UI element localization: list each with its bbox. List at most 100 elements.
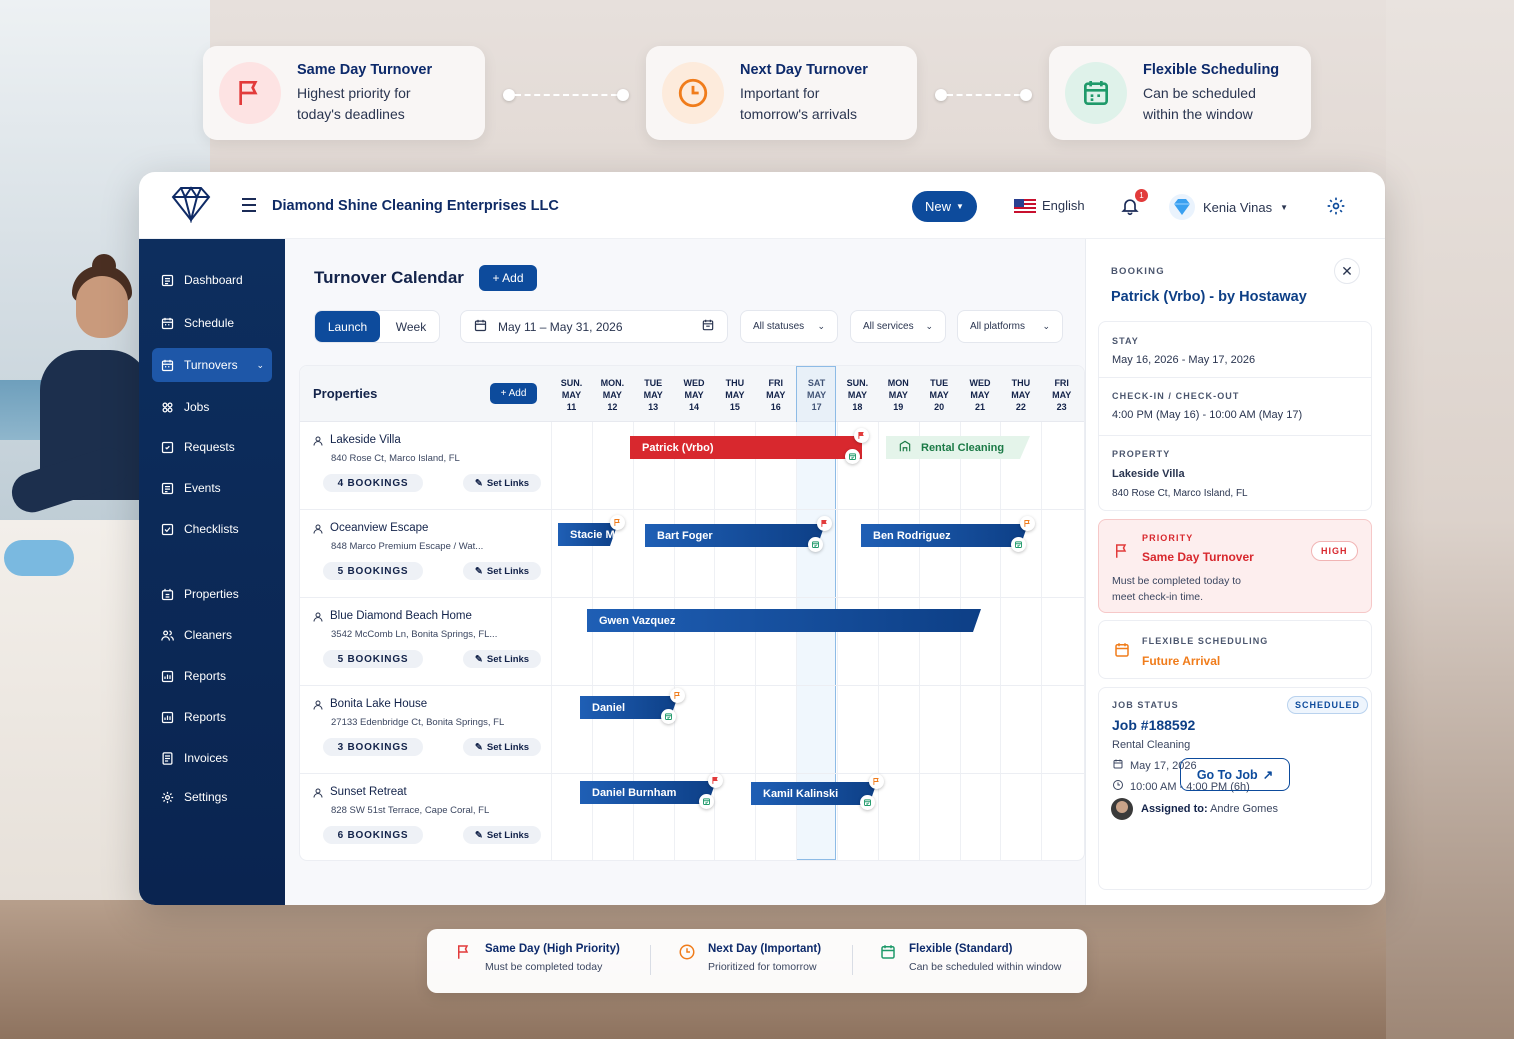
property-address: 27133 Edenbridge Ct, Bonita Springs, FL	[331, 717, 505, 728]
property-name[interactable]: Blue Diamond Beach Home	[330, 610, 472, 622]
flag-icon	[1020, 516, 1035, 531]
property-name[interactable]: Lakeside Villa	[330, 434, 401, 446]
add-property-button[interactable]: + Add	[490, 383, 537, 404]
sidebar-item-properties[interactable]: Properties	[152, 577, 272, 611]
cleaner-photo	[4, 254, 150, 590]
day-header-mon: MAY	[888, 390, 908, 400]
day-header-d: 20	[934, 402, 945, 412]
sidebar-item-label: Cleaners	[184, 628, 233, 642]
legend-desc: Can be scheduled within window	[909, 961, 1062, 973]
job-type: Rental Cleaning	[1112, 739, 1191, 751]
booking-title: Patrick (Vrbo) - by Hostaway	[1111, 289, 1307, 305]
jobs-icon	[159, 399, 175, 415]
building-icon	[898, 439, 921, 456]
bookings-count[interactable]: 3 BOOKINGS	[323, 738, 423, 756]
platforms-filter[interactable]: All platforms ⌄	[957, 310, 1063, 343]
booking-guest: Patrick (Vrbo)	[642, 441, 714, 454]
bookings-count[interactable]: 6 BOOKINGS	[323, 826, 423, 844]
booking-bar-bart[interactable]: Bart Foger	[645, 524, 825, 547]
gear-icon[interactable]	[1326, 196, 1346, 221]
sidebar-item-turnovers[interactable]: Turnovers ⌄	[152, 348, 272, 382]
booking-bar-kamil[interactable]: Kamil Kalinski	[751, 782, 877, 805]
us-flag-icon	[1014, 198, 1036, 213]
booking-guest: Gwen Vazquez	[599, 614, 676, 627]
day-column-header: TUE MAY 13	[633, 377, 674, 413]
chevron-down-icon: ⌄	[1042, 321, 1050, 331]
day-header-d: 15	[729, 402, 740, 412]
sidebar-item-events[interactable]: Events	[152, 471, 272, 505]
add-turnover-button[interactable]: + Add	[479, 265, 537, 291]
day-header-dow: THU	[725, 378, 745, 388]
set-links-button[interactable]: ✎ Set Links	[463, 474, 541, 492]
gear-icon	[159, 789, 175, 805]
sidebar-item-label: Settings	[184, 790, 228, 804]
flag-icon	[670, 688, 685, 703]
diamond-logo-icon[interactable]	[169, 185, 213, 228]
new-button[interactable]: New ▼	[912, 191, 977, 222]
sidebar-item-dashboard[interactable]: Dashboard	[152, 263, 272, 297]
set-links-button[interactable]: ✎ Set Links	[463, 650, 541, 668]
set-links-button[interactable]: ✎ Set Links	[463, 562, 541, 580]
sidebar-item-reports[interactable]: Reports	[152, 659, 272, 693]
property-name[interactable]: Sunset Retreat	[330, 786, 407, 798]
bookings-count[interactable]: 5 BOOKINGS	[323, 650, 423, 668]
sidebar-item-settings[interactable]: Settings	[152, 780, 272, 814]
sidebar-item-jobs[interactable]: Jobs	[152, 390, 272, 424]
sidebar-item-requests[interactable]: Requests	[152, 430, 272, 464]
day-header-d: 19	[893, 402, 904, 412]
booking-bar-rental[interactable]: Rental Cleaning	[886, 436, 1030, 459]
close-icon[interactable]: ✕	[1334, 258, 1360, 284]
chevron-down-icon: ▼	[1280, 202, 1289, 212]
go-to-job-button[interactable]: Go To Job ↗	[1180, 758, 1290, 791]
day-header-mon: MAY	[766, 390, 786, 400]
view-toggle: Launch Week	[314, 310, 440, 343]
week-view-button[interactable]: Week	[383, 311, 439, 342]
booking-guest: Kamil Kalinski	[763, 787, 839, 800]
sidebar-item-reports[interactable]: Reports	[152, 700, 272, 734]
set-links-button[interactable]: ✎ Set Links	[463, 826, 541, 844]
property-name[interactable]: Oceanview Escape	[330, 522, 428, 534]
bookings-count[interactable]: 5 BOOKINGS	[323, 562, 423, 580]
booking-bar-stacie[interactable]: Stacie M.	[558, 523, 618, 546]
booking-bar-patrick[interactable]: Patrick (Vrbo)	[630, 436, 862, 459]
reports-icon	[159, 668, 175, 684]
day-header-dow: TUE	[644, 378, 663, 388]
priority-desc-line: Must be completed today to	[1112, 575, 1241, 587]
sidebar-item-schedule[interactable]: Schedule	[152, 306, 272, 340]
sidebar-item-label: Reports	[184, 710, 227, 724]
booking-bar-gwen[interactable]: Gwen Vazquez	[587, 609, 981, 632]
notification-badge: 1	[1135, 189, 1148, 202]
booking-bar-daniel-b[interactable]: Daniel Burnham	[580, 781, 716, 804]
calendar-icon	[159, 357, 175, 373]
day-header-mon: MAY	[929, 390, 949, 400]
day-header-d: 16	[770, 402, 781, 412]
calendar-icon	[701, 318, 715, 335]
day-header-dow: FRI	[1054, 378, 1069, 388]
set-links-label: Set Links	[486, 741, 530, 753]
services-filter[interactable]: All services ⌄	[850, 310, 946, 343]
set-links-button[interactable]: ✎ Set Links	[463, 738, 541, 756]
user-menu[interactable]: Kenia Vinas ▼	[1169, 194, 1288, 220]
cleaners-icon	[159, 627, 175, 643]
day-column-header: MON. MAY 12	[592, 377, 633, 413]
bookings-count[interactable]: 4 BOOKINGS	[323, 474, 423, 492]
day-column-header: THU MAY 15	[714, 377, 755, 413]
day-header-mon: MAY	[561, 390, 582, 400]
booking-bar-ben[interactable]: Ben Rodriguez	[861, 524, 1028, 547]
legend-title: Flexible (Standard)	[909, 943, 1013, 955]
top-header: Diamond Shine Cleaning Enterprises LLC N…	[139, 172, 1385, 239]
legend-item: Same Day (High Priority) Must be complete…	[455, 943, 620, 973]
date-range-picker[interactable]: May 11 – May 31, 2026	[460, 310, 728, 343]
job-id[interactable]: Job #188592	[1112, 717, 1195, 733]
property-name[interactable]: Bonita Lake House	[330, 698, 427, 710]
priority-description: Must be completed today to meet check-in …	[1112, 573, 1241, 605]
property-label: PROPERTY	[1112, 449, 1171, 459]
sidebar-item-cleaners[interactable]: Cleaners	[152, 618, 272, 652]
menu-icon[interactable]	[242, 198, 256, 216]
language-selector[interactable]: English	[1014, 198, 1085, 213]
day-header-mon: MAY	[643, 390, 663, 400]
sidebar-item-invoices[interactable]: Invoices	[152, 741, 272, 775]
status-filter[interactable]: All statuses ⌄	[740, 310, 838, 343]
sidebar-item-checklists[interactable]: Checklists	[152, 512, 272, 546]
launch-view-button[interactable]: Launch	[315, 311, 380, 342]
